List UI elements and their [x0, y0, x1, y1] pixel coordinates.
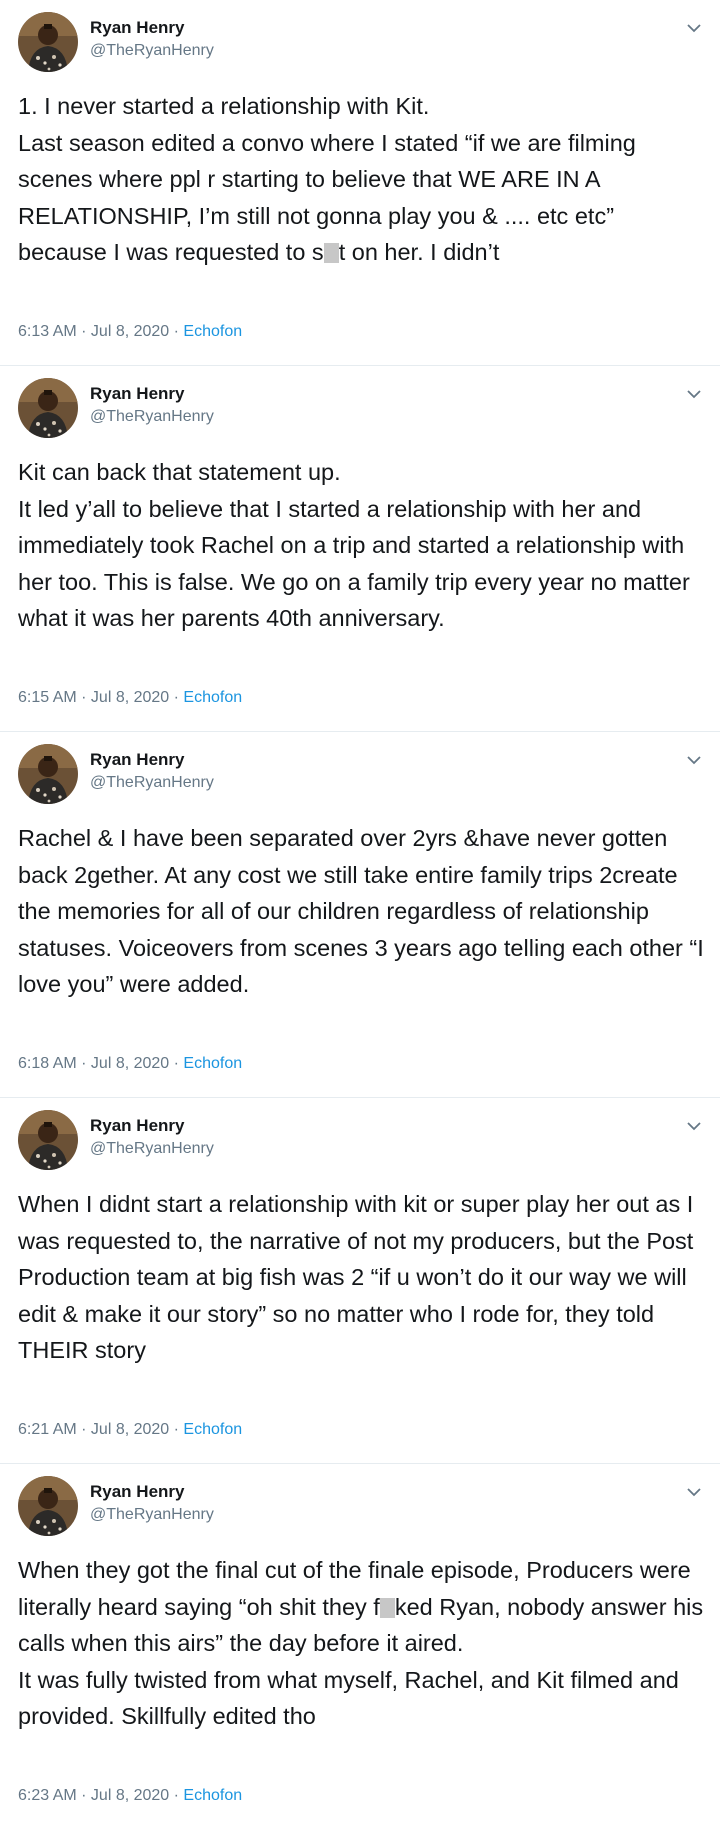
tweet-text: Kit can back that statement up. It led y…	[18, 454, 708, 637]
tweet-thread: Ryan Henry @TheRyanHenry 1. I never star…	[0, 0, 720, 1828]
tweet[interactable]: Ryan Henry @TheRyanHenry Kit can back th…	[0, 366, 720, 732]
author-name[interactable]: Ryan Henry	[90, 384, 184, 404]
tweet-text: When they got the final cut of the final…	[18, 1552, 708, 1735]
tweet-text-part: Rachel & I have been separated over 2yrs…	[18, 825, 704, 997]
tweet-timestamp[interactable]: 6:21 AM · Jul 8, 2020 ·	[18, 1421, 183, 1438]
tweet[interactable]: Ryan Henry @TheRyanHenry Rachel & I have…	[0, 732, 720, 1098]
author-handle[interactable]: @TheRyanHenry	[90, 42, 214, 60]
author-handle[interactable]: @TheRyanHenry	[90, 1506, 214, 1524]
tweet-meta: 6:21 AM · Jul 8, 2020 · Echofon	[18, 1421, 242, 1439]
censor-block	[379, 1597, 395, 1618]
author-name[interactable]: Ryan Henry	[90, 1116, 184, 1136]
tweet-text: Rachel & I have been separated over 2yrs…	[18, 820, 708, 1003]
chevron-down-icon[interactable]	[682, 748, 706, 772]
tweet-timestamp[interactable]: 6:13 AM · Jul 8, 2020 ·	[18, 323, 183, 340]
tweet-source-link[interactable]: Echofon	[183, 1055, 242, 1072]
chevron-down-icon[interactable]	[682, 1114, 706, 1138]
tweet-source-link[interactable]: Echofon	[183, 323, 242, 340]
author-name[interactable]: Ryan Henry	[90, 18, 184, 38]
tweet-timestamp[interactable]: 6:23 AM · Jul 8, 2020 ·	[18, 1787, 183, 1804]
avatar[interactable]	[18, 1476, 78, 1536]
tweet-source-link[interactable]: Echofon	[183, 689, 242, 706]
tweet-text-part: 1. I never started a relationship with K…	[18, 93, 636, 265]
tweet[interactable]: Ryan Henry @TheRyanHenry When they got t…	[0, 1464, 720, 1828]
chevron-down-icon[interactable]	[682, 382, 706, 406]
avatar[interactable]	[18, 744, 78, 804]
tweet-meta: 6:23 AM · Jul 8, 2020 · Echofon	[18, 1787, 242, 1805]
tweet[interactable]: Ryan Henry @TheRyanHenry 1. I never star…	[0, 0, 720, 366]
tweet-meta: 6:13 AM · Jul 8, 2020 · Echofon	[18, 323, 242, 341]
author-name[interactable]: Ryan Henry	[90, 1482, 184, 1502]
tweet-source-link[interactable]: Echofon	[183, 1787, 242, 1804]
tweet-timestamp[interactable]: 6:15 AM · Jul 8, 2020 ·	[18, 689, 183, 706]
censor-block	[323, 243, 339, 263]
tweet-meta: 6:18 AM · Jul 8, 2020 · Echofon	[18, 1055, 242, 1073]
tweet-source-link[interactable]: Echofon	[183, 1421, 242, 1438]
avatar[interactable]	[18, 1110, 78, 1170]
avatar[interactable]	[18, 12, 78, 72]
chevron-down-icon[interactable]	[682, 16, 706, 40]
tweet-timestamp[interactable]: 6:18 AM · Jul 8, 2020 ·	[18, 1055, 183, 1072]
tweet-text: When I didnt start a relationship with k…	[18, 1186, 708, 1369]
author-handle[interactable]: @TheRyanHenry	[90, 1140, 214, 1158]
chevron-down-icon[interactable]	[682, 1480, 706, 1504]
author-handle[interactable]: @TheRyanHenry	[90, 774, 214, 792]
tweet[interactable]: Ryan Henry @TheRyanHenry When I didnt st…	[0, 1098, 720, 1464]
tweet-text-part: When I didnt start a relationship with k…	[18, 1191, 694, 1363]
tweet-text: 1. I never started a relationship with K…	[18, 88, 708, 271]
author-handle[interactable]: @TheRyanHenry	[90, 408, 214, 426]
tweet-meta: 6:15 AM · Jul 8, 2020 · Echofon	[18, 689, 242, 707]
tweet-text-part: Kit can back that statement up. It led y…	[18, 459, 690, 631]
avatar[interactable]	[18, 378, 78, 438]
author-name[interactable]: Ryan Henry	[90, 750, 184, 770]
tweet-text-part: t on her. I didn’t	[338, 239, 500, 265]
